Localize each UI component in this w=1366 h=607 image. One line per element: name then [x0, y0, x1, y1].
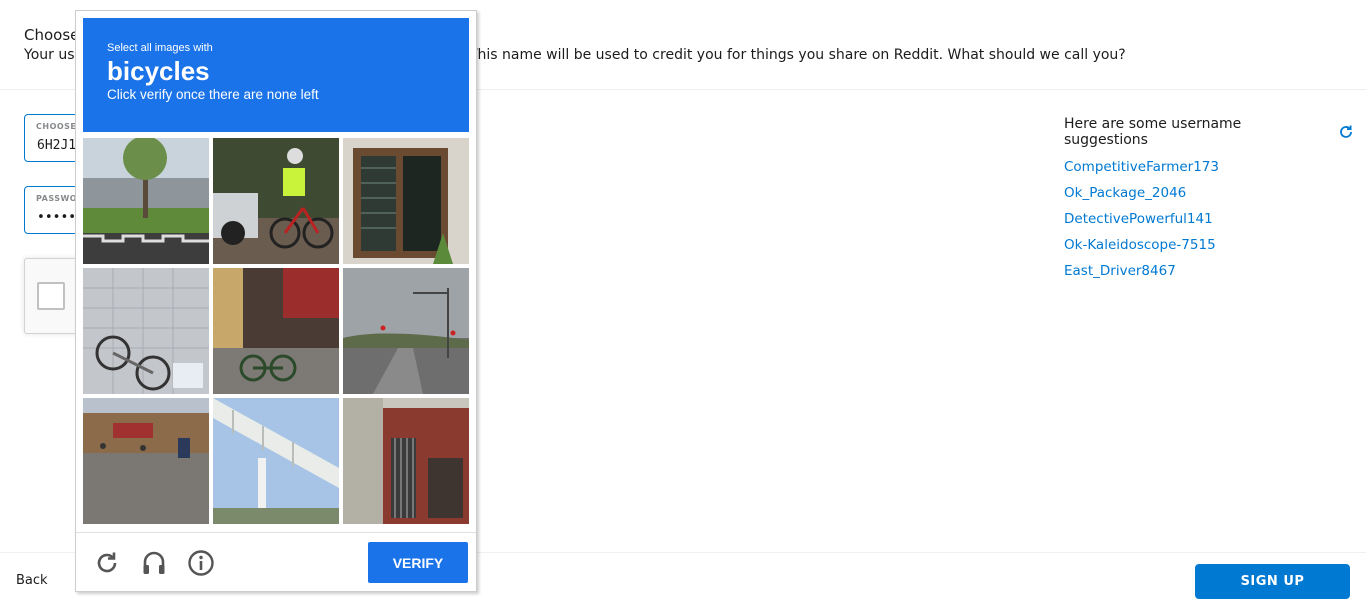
captcha-refresh-icon[interactable]: [93, 549, 121, 577]
signup-page: Choose your username Your username is ho…: [0, 0, 1366, 607]
suggestions-title: Here are some username suggestions: [1064, 116, 1242, 148]
suggestions-list: CompetitiveFarmer173 Ok_Package_2046 Det…: [1064, 158, 1354, 288]
captcha-target: bicycles: [107, 56, 210, 86]
captcha-tile-street-intersection[interactable]: [343, 268, 469, 394]
back-button[interactable]: Back: [16, 573, 48, 588]
captcha-footer: VERIFY: [76, 532, 476, 591]
captcha-tile-bicycle-at-shop[interactable]: [213, 268, 339, 394]
captcha-header: Select all images with bicycles Click ve…: [83, 18, 469, 132]
signup-button[interactable]: SIGN UP: [1195, 564, 1350, 599]
captcha-tile-bridge-structure[interactable]: [213, 398, 339, 524]
captcha-tile-road-with-tree[interactable]: [83, 138, 209, 264]
captcha-tile-window-shutters[interactable]: [343, 138, 469, 264]
captcha-sub-instruction: Click verify once there are none left: [107, 87, 319, 102]
username-suggestions: Here are some username suggestions Compe…: [1064, 116, 1354, 288]
captcha-challenge: Select all images with bicycles Click ve…: [75, 10, 477, 592]
suggestion-item[interactable]: East_Driver8467: [1064, 262, 1354, 288]
captcha-info-icon[interactable]: [187, 549, 215, 577]
suggestions-header: Here are some username suggestions: [1064, 116, 1354, 148]
captcha-tile-building-gate[interactable]: [343, 398, 469, 524]
suggestion-item[interactable]: CompetitiveFarmer173: [1064, 158, 1354, 184]
captcha-audio-icon[interactable]: [140, 549, 168, 577]
captcha-instruction: Select all images with: [107, 42, 213, 54]
refresh-suggestions-icon[interactable]: [1338, 124, 1354, 140]
captcha-tile-town-square[interactable]: [83, 398, 209, 524]
username-input[interactable]: 6H2J1: [37, 138, 76, 153]
suggestion-item[interactable]: Ok_Package_2046: [1064, 184, 1354, 210]
suggestion-item[interactable]: Ok-Kaleidoscope-7515: [1064, 236, 1354, 262]
captcha-tile-grid: [83, 138, 469, 524]
captcha-verify-button[interactable]: VERIFY: [368, 542, 468, 583]
captcha-tile-cyclist-on-road[interactable]: [213, 138, 339, 264]
suggestion-item[interactable]: DetectivePowerful141: [1064, 210, 1354, 236]
recaptcha-checkbox[interactable]: [37, 282, 65, 310]
captcha-tile-bicycles-by-wall[interactable]: [83, 268, 209, 394]
